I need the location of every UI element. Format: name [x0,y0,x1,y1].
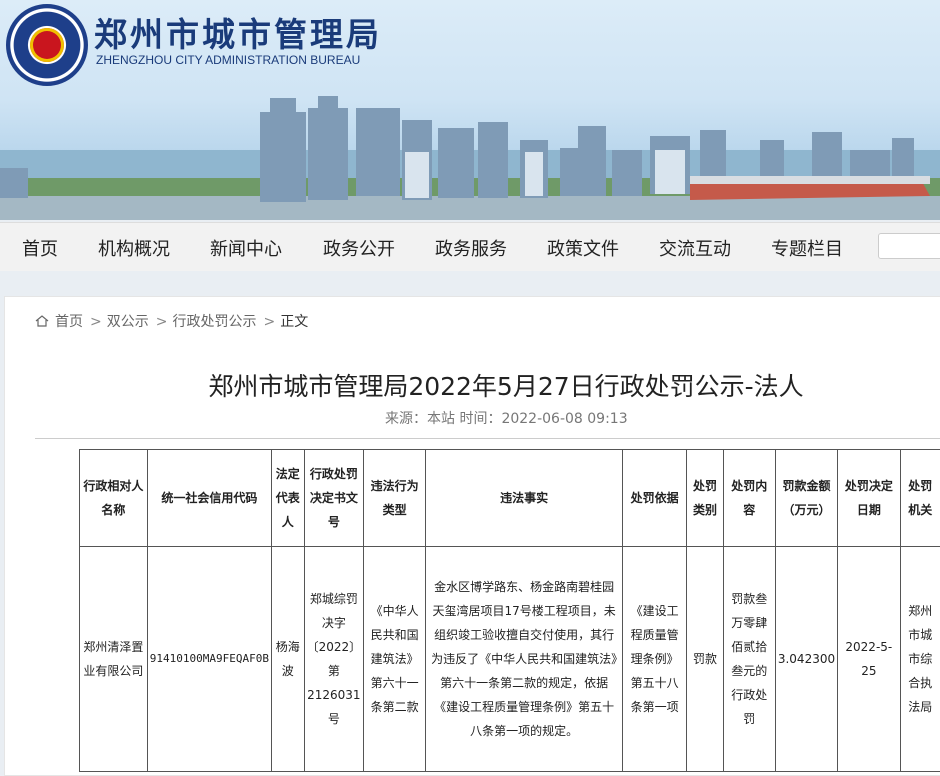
breadcrumb-home[interactable]: 首页 [55,314,83,330]
cell-penalty-content: 罚款叁万零肆佰贰拾叁元的行政处罚 [723,547,775,772]
nav-item-policy-docs[interactable]: 政策文件 [547,235,619,261]
cell-credit-code: 91410100MA9FEQAF0B [147,547,271,772]
nav-item-topics[interactable]: 专题栏目 [771,235,843,261]
cell-party-name: 郑州清泽置业有限公司 [80,547,148,772]
breadcrumb-penalty-publicity[interactable]: 行政处罚公示 [172,314,256,330]
col-header-violation-facts: 违法事实 [426,450,623,547]
cell-authority: 郑州市城市综合执法局 [900,547,940,772]
col-header-party-name: 行政相对人名称 [80,450,148,547]
cell-legal-rep: 杨海波 [271,547,304,772]
cell-violation-type: 《中华人民共和国建筑法》第六十一条第二款 [364,547,426,772]
col-header-decision-date: 处罚决定日期 [838,450,900,547]
col-header-fine-amount: 罚款金额（万元） [775,450,837,547]
site-header: 郑州市城市管理局 ZHENGZHOU CITY ADMINISTRATION B… [0,0,940,220]
chevron-right-icon: > [90,314,102,330]
col-header-legal-basis: 处罚依据 [623,450,687,547]
cell-decision-date: 2022-5-25 [838,547,900,772]
nav-item-interaction[interactable]: 交流互动 [659,235,731,261]
cell-fine-amount: 3.042300 [775,547,837,772]
bureau-logo[interactable] [6,4,88,86]
nav-item-news[interactable]: 新闻中心 [210,235,282,261]
nav-item-home[interactable]: 首页 [22,235,58,261]
main-nav: 首页 机构概况 新闻中心 政务公开 政务服务 政策文件 交流互动 专题栏目 [0,222,940,271]
col-header-authority: 处罚机关 [900,450,940,547]
table-row: 郑州清泽置业有限公司 91410100MA9FEQAF0B 杨海波 郑城综罚决字… [80,547,940,772]
home-icon [35,315,49,327]
nav-item-gov-services[interactable]: 政务服务 [435,235,507,261]
col-header-legal-rep: 法定代表人 [271,450,304,547]
cell-penalty-category: 罚款 [687,547,724,772]
nav-item-about[interactable]: 机构概况 [98,235,170,261]
chevron-right-icon: > [156,314,168,330]
cell-violation-facts: 金水区博学路东、杨金路南碧桂园天玺湾居项目17号楼工程项目，未组织竣工验收擅自交… [426,547,623,772]
nav-item-gov-affairs[interactable]: 政务公开 [323,235,395,261]
cell-decision-no: 郑城综罚决字〔2022〕第2126031号 [304,547,364,772]
search-input[interactable] [878,233,940,259]
col-header-violation-type: 违法行为类型 [364,450,426,547]
col-header-penalty-content: 处罚内容 [723,450,775,547]
national-emblem-icon [30,28,64,62]
article-panel: 首页>双公示>行政处罚公示>正文 郑州市城市管理局2022年5月27日行政处罚公… [4,296,940,776]
breadcrumb: 首页>双公示>行政处罚公示>正文 [35,311,310,331]
site-title: 郑州市城市管理局 [94,8,382,56]
divider [35,438,940,439]
breadcrumb-dual-publicity[interactable]: 双公示 [107,314,149,330]
col-header-penalty-category: 处罚类别 [687,450,724,547]
breadcrumb-current: 正文 [280,314,308,330]
penalty-table: 行政相对人名称 统一社会信用代码 法定代表人 行政处罚决定书文号 违法行为类型 … [79,449,940,772]
site-subtitle: ZHENGZHOU CITY ADMINISTRATION BUREAU [96,53,360,67]
article-title: 郑州市城市管理局2022年5月27日行政处罚公示-法人 [5,367,940,403]
article-meta: 来源：本站 时间：2022-06-08 09:13 [385,408,628,428]
col-header-credit-code: 统一社会信用代码 [147,450,271,547]
chevron-right-icon: > [263,314,275,330]
cell-legal-basis: 《建设工程质量管理条例》第五十八条第一项 [623,547,687,772]
col-header-decision-no: 行政处罚决定书文号 [304,450,364,547]
table-header-row: 行政相对人名称 统一社会信用代码 法定代表人 行政处罚决定书文号 违法行为类型 … [80,450,940,547]
